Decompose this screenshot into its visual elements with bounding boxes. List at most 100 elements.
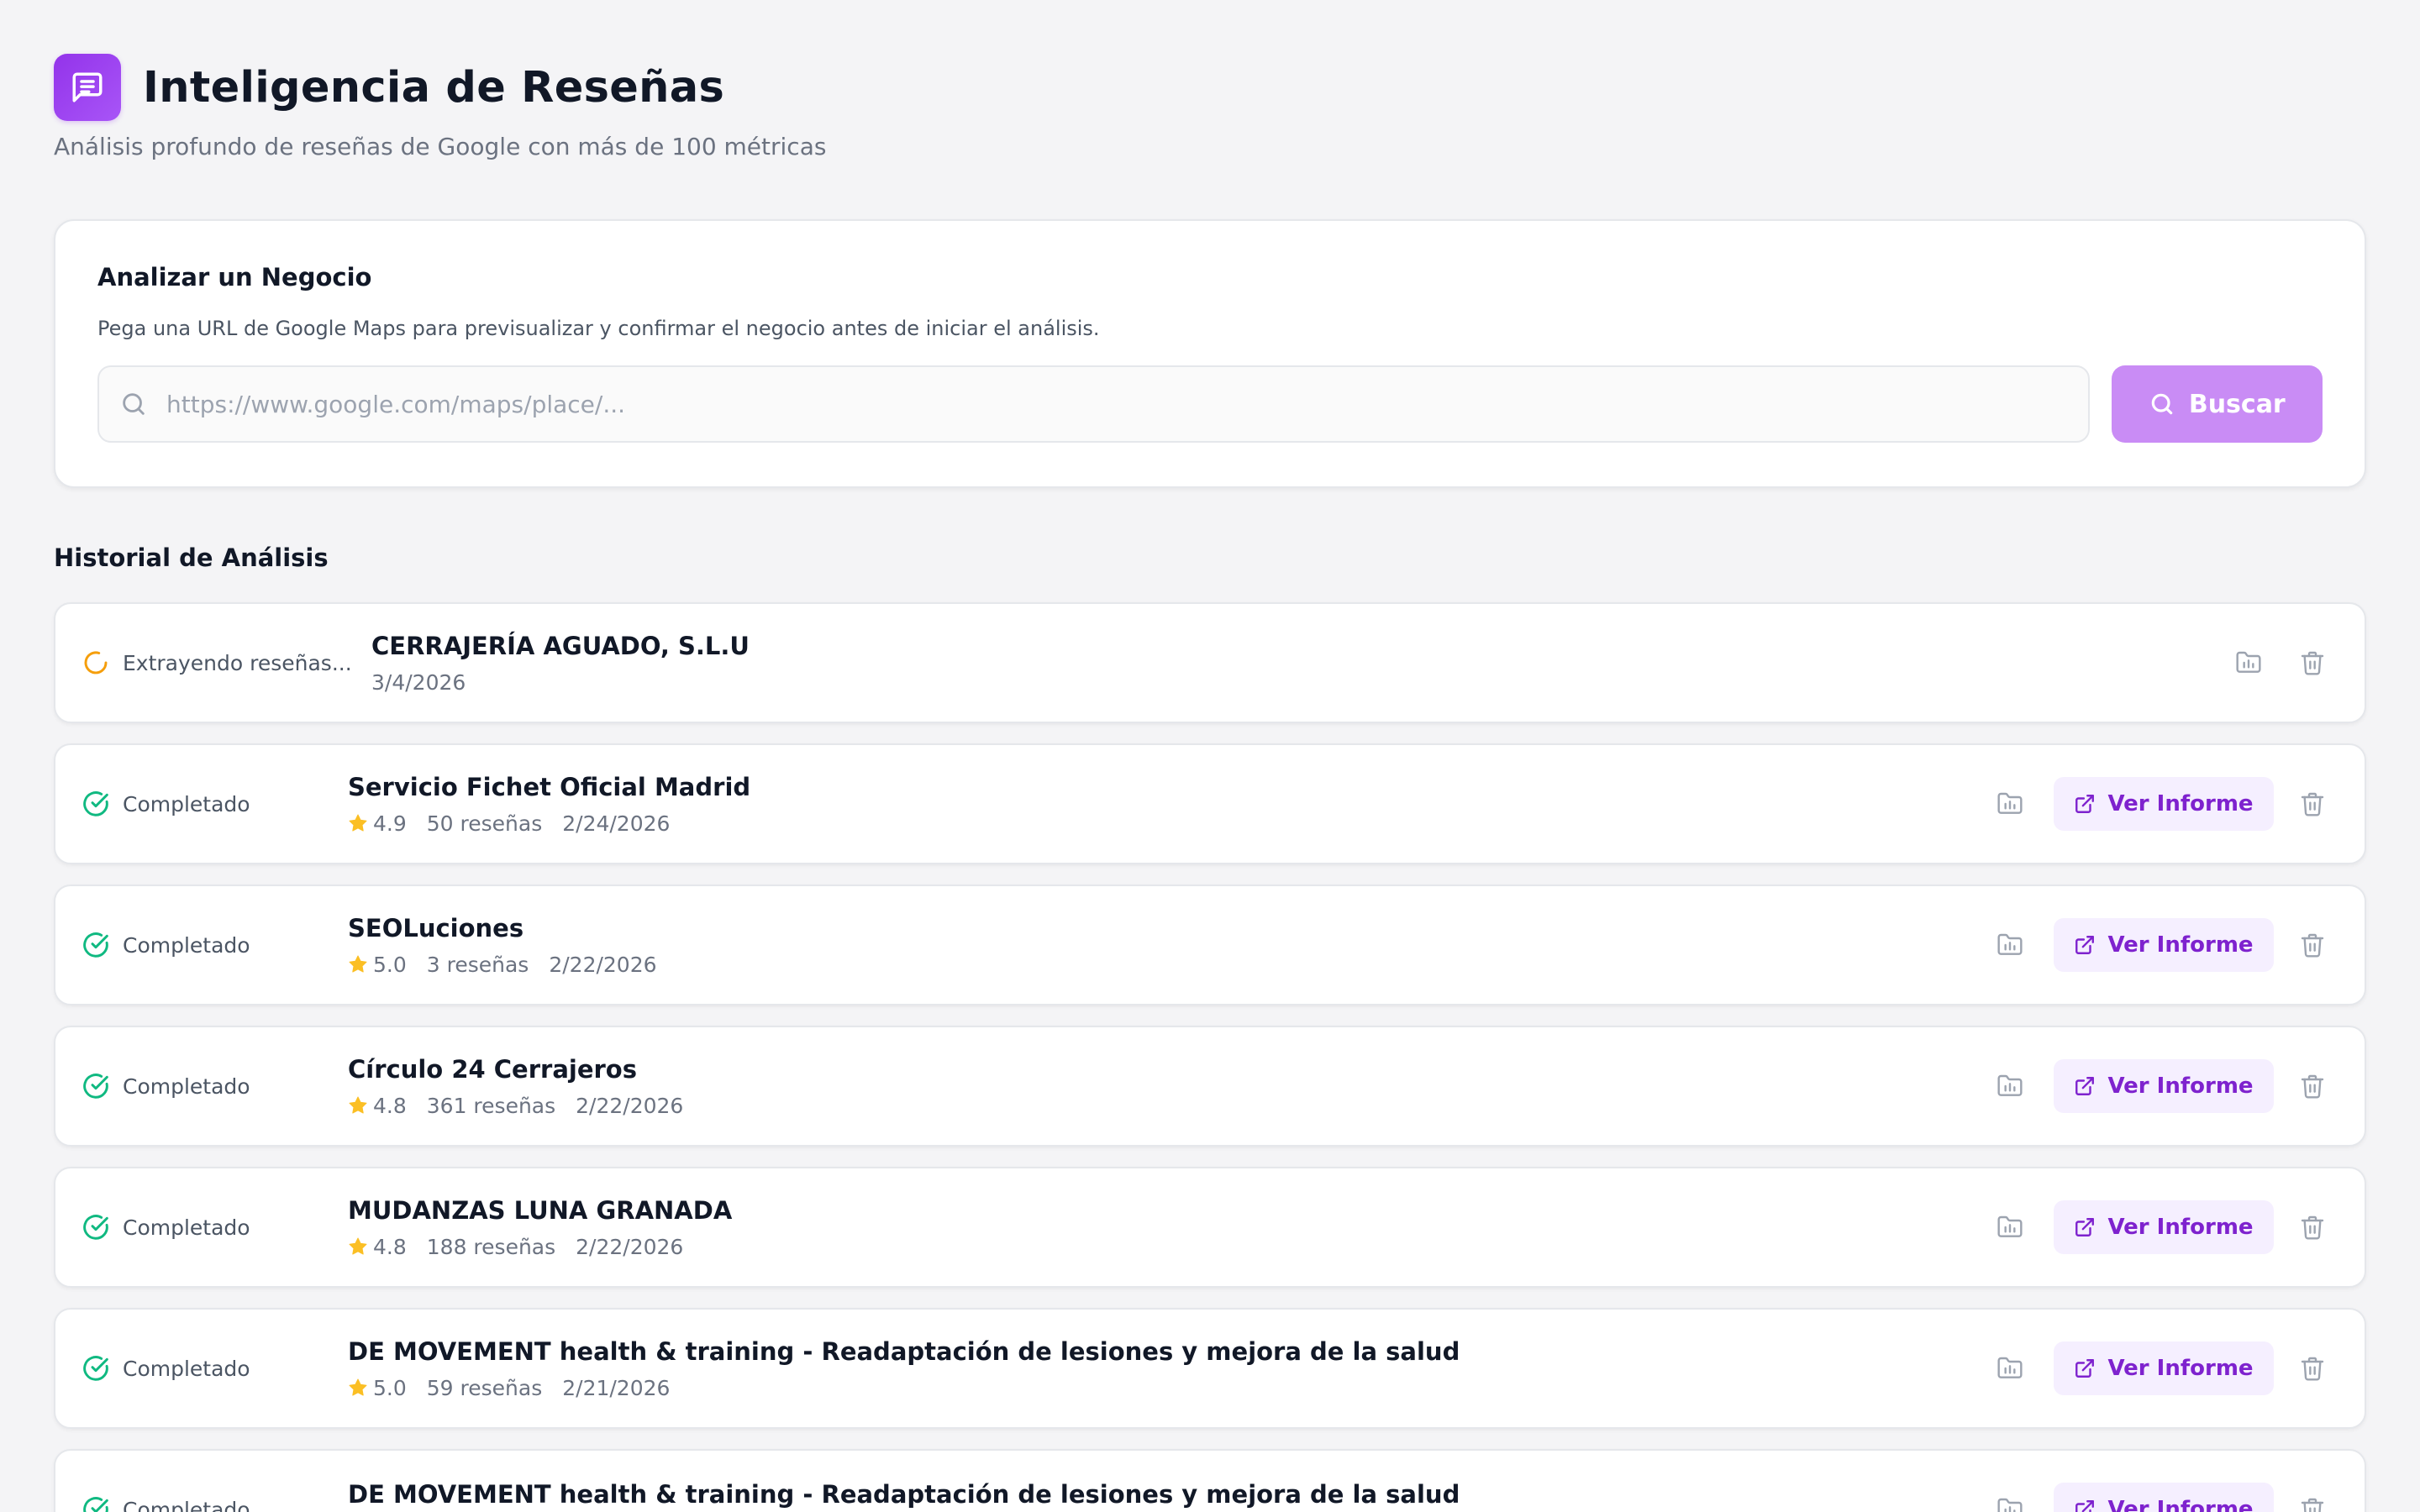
check-circle-icon [83, 791, 108, 816]
view-report-button[interactable]: Ver Informe [2054, 1483, 2274, 1512]
analysis-date: 2/21/2026 [562, 1375, 671, 1400]
maps-url-input[interactable] [166, 390, 2015, 418]
delete-button[interactable] [2287, 1343, 2338, 1394]
history-item[interactable]: Completado SEOLuciones 5.0 3 reseñas 2/2… [54, 885, 2366, 1005]
analysis-date: 2/22/2026 [549, 952, 657, 977]
item-actions: Ver Informe [1985, 1483, 2338, 1512]
view-report-button[interactable]: Ver Informe [2054, 918, 2274, 972]
trash-icon [2301, 792, 2324, 816]
history-item[interactable]: Extrayendo reseñas... CERRAJERÍA AGUADO,… [54, 602, 2366, 723]
business-name: SEOLuciones [348, 913, 524, 942]
item-meta: 4.8 188 reseñas 2/22/2026 [348, 1235, 732, 1259]
history-item[interactable]: Completado MUDANZAS LUNA GRANADA 4.8 188… [54, 1167, 2366, 1288]
star-icon [349, 1096, 367, 1114]
check-circle-icon [83, 932, 108, 958]
view-report-button[interactable]: Ver Informe [2054, 1059, 2274, 1113]
history-list: Extrayendo reseñas... CERRAJERÍA AGUADO,… [54, 602, 2366, 1512]
folder-chart-button[interactable] [1985, 1343, 2035, 1394]
external-link-icon [2075, 936, 2095, 954]
item-actions: Ver Informe [1985, 1059, 2338, 1113]
status: Completado [82, 790, 348, 817]
delete-button[interactable] [2287, 1061, 2338, 1111]
trash-icon [2301, 1498, 2324, 1512]
star-icon [349, 1237, 367, 1255]
folder-chart-icon [2236, 651, 2261, 673]
folder-chart-button[interactable] [1985, 779, 2035, 829]
business-name: MUDANZAS LUNA GRANADA [348, 1195, 733, 1225]
item-actions: Ver Informe [1985, 1200, 2338, 1254]
status-label: Extrayendo reseñas... [123, 650, 352, 675]
view-report-button[interactable]: Ver Informe [2054, 1200, 2274, 1254]
item-meta: 3/4/2026 [371, 670, 750, 695]
status-label: Completado [123, 932, 250, 958]
review-count: 188 reseñas [426, 1234, 556, 1259]
review-count: 3 reseñas [426, 952, 529, 977]
trash-icon [2301, 1357, 2324, 1381]
history-item[interactable]: Completado DE MOVEMENT health & training… [54, 1308, 2366, 1429]
delete-button[interactable] [2287, 1484, 2338, 1512]
page: Inteligencia de Reseñas Análisis profund… [0, 0, 2420, 1512]
item-meta: 4.8 361 reseñas 2/22/2026 [348, 1094, 683, 1118]
folder-chart-icon [1997, 1357, 2023, 1378]
search-button-label: Buscar [2188, 389, 2286, 419]
status-label: Completado [123, 1215, 250, 1240]
history-item[interactable]: Completado Servicio Fichet Oficial Madri… [54, 743, 2366, 864]
view-report-button[interactable]: Ver Informe [2054, 777, 2274, 831]
message-square-text-icon [54, 54, 121, 121]
folder-chart-button[interactable] [1985, 920, 2035, 970]
external-link-icon [2075, 1359, 2095, 1378]
business-name: Servicio Fichet Oficial Madrid [348, 772, 751, 801]
folder-chart-button[interactable] [1985, 1061, 2035, 1111]
check-circle-icon [83, 1074, 108, 1099]
external-link-icon [2075, 1077, 2095, 1095]
analysis-date: 2/22/2026 [576, 1093, 684, 1118]
history-item[interactable]: Completado Círculo 24 Cerrajeros 4.8 361… [54, 1026, 2366, 1147]
item-info: MUDANZAS LUNA GRANADA 4.8 188 reseñas 2/… [348, 1196, 732, 1259]
analysis-date: 3/4/2026 [371, 669, 466, 695]
external-link-icon [2075, 1500, 2095, 1512]
analyze-card: Analizar un Negocio Pega una URL de Goog… [54, 219, 2366, 488]
search-button[interactable]: Buscar [2111, 365, 2323, 443]
view-report-button[interactable]: Ver Informe [2054, 1341, 2274, 1395]
folder-chart-button[interactable] [1985, 1484, 2035, 1512]
item-actions: Ver Informe [1985, 1341, 2338, 1395]
rating-value: 4.8 [373, 1093, 407, 1118]
business-name: DE MOVEMENT health & training - Readapta… [348, 1336, 1460, 1366]
review-count: 59 reseñas [426, 1375, 543, 1400]
history-item[interactable]: Completado DE MOVEMENT health & training… [54, 1449, 2366, 1512]
search-icon [2151, 393, 2173, 415]
search-box[interactable] [97, 365, 2090, 443]
folder-chart-button[interactable] [1985, 1202, 2035, 1252]
item-info: DE MOVEMENT health & training - Readapta… [348, 1337, 1460, 1400]
delete-button[interactable] [2287, 638, 2338, 688]
delete-button[interactable] [2287, 1202, 2338, 1252]
folder-chart-icon [1997, 1215, 2023, 1237]
analysis-date: 2/22/2026 [576, 1234, 684, 1259]
item-info: SEOLuciones 5.0 3 reseñas 2/22/2026 [348, 914, 657, 977]
item-meta: 4.9 50 reseñas 2/24/2026 [348, 811, 750, 836]
rating-value: 4.8 [373, 1234, 407, 1259]
item-info: Servicio Fichet Oficial Madrid 4.9 50 re… [348, 773, 750, 836]
delete-button[interactable] [2287, 920, 2338, 970]
folder-chart-button[interactable] [2223, 638, 2274, 688]
item-actions: Ver Informe [1985, 777, 2338, 831]
trash-icon [2301, 651, 2324, 675]
folder-chart-icon [1997, 1074, 2023, 1096]
review-count: 50 reseñas [426, 811, 543, 836]
item-info: CERRAJERÍA AGUADO, S.L.U 3/4/2026 [371, 632, 750, 695]
check-circle-icon [83, 1497, 108, 1512]
trash-icon [2301, 1215, 2324, 1240]
rating-value: 5.0 [373, 952, 407, 977]
delete-button[interactable] [2287, 779, 2338, 829]
folder-chart-icon [1997, 1498, 2023, 1512]
item-info: DE MOVEMENT health & training - Readapta… [348, 1480, 1460, 1512]
trash-icon [2301, 1074, 2324, 1099]
business-name: CERRAJERÍA AGUADO, S.L.U [371, 631, 750, 660]
analyze-description: Pega una URL de Google Maps para previsu… [97, 317, 1100, 340]
star-icon [349, 1378, 367, 1396]
rating-value: 4.9 [373, 811, 407, 836]
search-row: Buscar [97, 365, 2323, 443]
rating-value: 5.0 [373, 1375, 407, 1400]
view-report-label: Ver Informe [2107, 1074, 2254, 1099]
status-label: Completado [123, 1074, 250, 1099]
